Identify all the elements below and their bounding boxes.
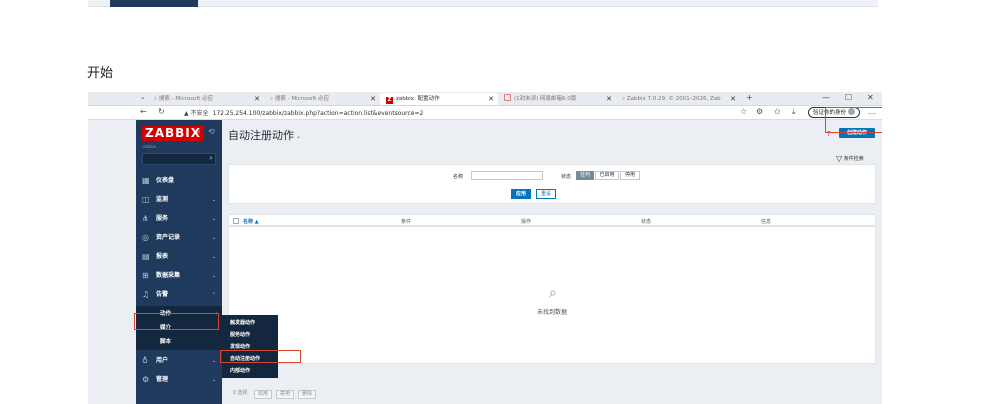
chevron-down-icon: ⌄	[211, 197, 216, 203]
flyout-item-trigger-actions[interactable]: 触发器动作	[222, 317, 278, 329]
url-field[interactable]: ▲ 不安全 172.25.254.100/zabbix/zabbix.php?ac…	[184, 108, 423, 117]
browser-tabbar: ⌄ ⌕ 搜索 - Microsoft 必应 ✕ ⌕ 搜索 - Microsoft …	[88, 92, 882, 106]
admin-icon: ⚙	[142, 375, 150, 384]
dashboard-icon: ▦	[142, 176, 150, 185]
name-label: 名称	[453, 174, 464, 180]
actions-flyout-menu: 触发器动作 服务动作 发现动作 自动注册动作 内部动作	[222, 315, 278, 378]
user-icon: ♁	[142, 356, 148, 365]
sidebar-item-monitoring[interactable]: ◫ 监测 ⌄	[136, 191, 222, 209]
highlight-create-button	[825, 107, 882, 133]
favorites-icon[interactable]: ✩	[774, 107, 781, 116]
zabbix-logo: ZABBIX	[142, 126, 204, 141]
column-operations: 操作	[521, 219, 532, 225]
browser-tab[interactable]: ⌕ 搜索 - Microsoft 必应 ✕	[264, 93, 380, 105]
monitoring-icon: ◫	[142, 195, 150, 204]
favorite-star-icon[interactable]: ☆	[740, 107, 747, 116]
close-window-icon[interactable]: ✕	[867, 93, 874, 102]
name-filter-input[interactable]	[471, 171, 543, 180]
sidebar-item-inventory[interactable]: ◎ 资产记录 ⌄	[136, 229, 222, 247]
sidebar-item-data-collection[interactable]: ⊞ 数据采集 ⌄	[136, 267, 222, 285]
close-icon[interactable]: ✕	[488, 93, 494, 105]
reload-icon[interactable]: ↻	[158, 107, 165, 116]
maximize-icon[interactable]: ☐	[845, 93, 852, 102]
actions-table: 名称 ▲ 条件 操作 状态 信息 ⌕ 未找到数据	[228, 214, 876, 364]
close-icon[interactable]: ✕	[730, 93, 736, 105]
sidebar-item-administration[interactable]: ⚙ 管理 ⌄	[136, 371, 222, 389]
status-disabled-toggle[interactable]: 停用	[620, 171, 640, 180]
new-tab-button[interactable]: +	[746, 93, 753, 102]
chevron-up-icon: ⌃	[211, 292, 216, 298]
embedded-screenshot: ⌄ ⌕ 搜索 - Microsoft 必应 ✕ ⌕ 搜索 - Microsoft …	[88, 92, 882, 404]
chevron-down-icon: ⌄	[211, 254, 216, 260]
chevron-down-icon: ⌄	[211, 273, 216, 279]
browser-tab[interactable]: ⌕ Zabbix 7.0.29. © 2001–2026, Zab ✕	[616, 93, 740, 105]
filter-icon: ▽	[836, 154, 843, 163]
status-enabled-toggle[interactable]: 已启用	[595, 171, 619, 180]
submenu-item-scripts[interactable]: 脚本	[136, 336, 222, 349]
main-content: 自动注册动作 ⌄ ? 创建动作 ▽ 条件检索 名称 状态 任何 已启用 停用 应用…	[222, 120, 882, 404]
collapse-sidebar-icon[interactable]: «	[196, 127, 201, 136]
chevron-down-icon: ⌄	[211, 358, 216, 364]
flyout-item-service-actions[interactable]: 服务动作	[222, 329, 278, 341]
browser-tab-active[interactable]: Zzabbix: 配置动作 ✕	[380, 93, 498, 105]
column-conditions: 条件	[401, 219, 412, 225]
inventory-icon: ◎	[142, 233, 149, 242]
disable-button[interactable]: 禁用	[276, 390, 294, 399]
step-label: 开始	[87, 66, 114, 81]
insecure-warning: ▲ 不安全	[184, 110, 209, 117]
services-icon: ⋔	[142, 214, 149, 223]
minimize-icon[interactable]: —	[822, 93, 830, 102]
chevron-down-icon: ⌄	[296, 133, 302, 140]
sidebar-item-alerts[interactable]: ♫ 告警 ⌃	[136, 286, 222, 304]
filter-panel: 名称 状态 任何 已启用 停用 应用 重设	[228, 164, 876, 204]
sidebar-item-dashboard[interactable]: ▦ 仪表盘	[136, 172, 222, 190]
chevron-down-icon: ⌄	[211, 216, 216, 222]
chevron-down-icon: ⌄	[211, 377, 216, 383]
delete-button[interactable]: 删除	[298, 390, 316, 399]
zabbix-sidebar: ZABBIX « ⟲ zabbix ⌕ ▦ 仪表盘 ◫ 监测 ⌄ ⋔ 服务 ⌄ ◎ 资产记录…	[136, 120, 222, 404]
close-icon[interactable]: ✕	[370, 93, 376, 105]
chevron-down-icon: ⌄	[211, 235, 216, 241]
browser-tab[interactable]: ⌕ 搜索 - Microsoft 必应 ✕	[148, 93, 264, 105]
column-status: 状态	[641, 219, 652, 225]
no-data-search-icon: ⌕	[549, 285, 557, 301]
browser-tab[interactable]: (1封未读) 网易邮箱6.0版 ✕	[498, 93, 616, 105]
select-all-checkbox[interactable]	[233, 218, 239, 224]
tab-list-icon[interactable]: ⌄	[140, 93, 146, 101]
mail-favicon-icon	[504, 94, 511, 101]
status-label: 状态	[561, 174, 572, 180]
flyout-item-internal-actions[interactable]: 内部动作	[222, 365, 278, 377]
highlight-actions-menu	[134, 313, 219, 330]
reports-icon: ▤	[142, 252, 150, 261]
column-name[interactable]: 名称 ▲	[243, 218, 259, 225]
close-icon[interactable]: ✕	[606, 93, 612, 105]
search-icon: ⌕	[209, 154, 213, 162]
filter-tab[interactable]: ▽ 条件检索	[836, 154, 864, 163]
apply-button[interactable]: 应用	[511, 189, 531, 199]
server-name: zabbix	[143, 144, 157, 149]
page-title[interactable]: 自动注册动作 ⌄	[228, 127, 301, 143]
highlight-autoregistration	[220, 350, 301, 363]
zabbix-favicon-icon: Z	[386, 97, 393, 104]
data-collection-icon: ⊞	[142, 271, 149, 280]
status-any-toggle[interactable]: 任何	[576, 171, 594, 180]
address-bar: ← ↻ ▲ 不安全 172.25.254.100/zabbix/zabbix.ph…	[88, 106, 882, 120]
sidebar-item-services[interactable]: ⋔ 服务 ⌄	[136, 210, 222, 228]
close-icon[interactable]: ✕	[254, 93, 260, 105]
extensions-icon[interactable]: ⚙	[756, 107, 763, 116]
sidebar-item-users[interactable]: ♁ 用户 ⌄	[136, 352, 222, 370]
previous-screenshot-edge	[88, 0, 878, 7]
table-header: 名称 ▲ 条件 操作 状态 信息	[229, 215, 875, 227]
kiosk-mode-icon[interactable]: ⟲	[208, 127, 215, 136]
bell-icon: ♫	[142, 290, 150, 299]
sidebar-search-input[interactable]: ⌕	[142, 153, 216, 165]
back-icon[interactable]: ←	[140, 107, 147, 116]
download-icon[interactable]: ⤓	[792, 107, 796, 117]
sidebar-item-reports[interactable]: ▤ 报表 ⌄	[136, 248, 222, 266]
selected-count: 0 选择	[232, 390, 248, 396]
reset-button[interactable]: 重设	[536, 189, 556, 199]
column-info: 信息	[761, 219, 772, 225]
enable-button[interactable]: 启用	[254, 390, 272, 399]
empty-state-text: 未找到数据	[537, 309, 568, 316]
